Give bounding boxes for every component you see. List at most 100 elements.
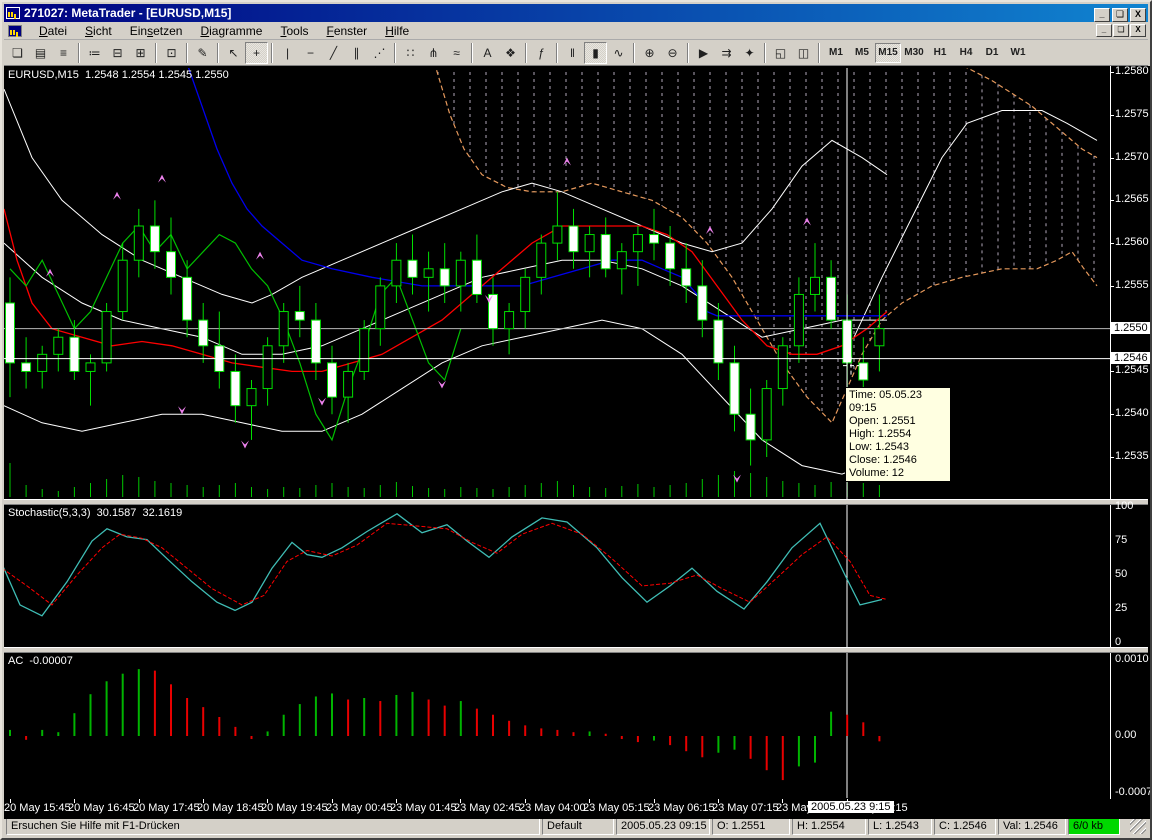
mdi-window-controls: _ ❏ X (1095, 24, 1146, 37)
menu-sicht[interactable]: Sicht (76, 22, 121, 40)
arrow-objects-button[interactable]: ❖ (499, 41, 522, 64)
timeframe-m1-button[interactable]: M1 (823, 42, 849, 63)
text-label-button[interactable]: A (476, 41, 499, 64)
stoch-tick-label: 75 (1115, 534, 1128, 546)
metatrader-window: 271027: MetaTrader - [EURUSD,M15] _ ❏ X Da… (0, 0, 1152, 840)
minimize-button[interactable]: _ (1094, 8, 1110, 22)
stoch-tick-label: 0 (1115, 636, 1122, 648)
price-tick-label: 1.2535 (1115, 450, 1149, 462)
time-tick-label: 20 May 19:45 (261, 802, 328, 814)
market-watch-button[interactable]: ≔ (83, 41, 106, 64)
data-window-tooltip: Time: 05.05.23 09:15 Open: 1.2551 High: 1.… (845, 387, 951, 482)
pane-splitter-1[interactable] (4, 499, 1148, 505)
price-tick (1110, 285, 1114, 287)
pane-splitter-2[interactable] (4, 647, 1148, 653)
indicators-button[interactable]: ƒ (530, 41, 553, 64)
new-chart-file-button[interactable]: ❏ (6, 41, 29, 64)
title-bar[interactable]: 271027: MetaTrader - [EURUSD,M15] _ ❏ X (4, 4, 1148, 22)
horizontal-line-button[interactable]: − (299, 41, 322, 64)
price-tick (1110, 200, 1114, 202)
fibo-fan-button[interactable]: ⋰ (368, 41, 391, 64)
candle-mode-button[interactable]: ▮ (584, 41, 607, 64)
timeframe-w1-button[interactable]: W1 (1005, 42, 1031, 63)
mdi-restore-button[interactable]: ❏ (1113, 24, 1129, 37)
menu-diagramme[interactable]: Diagramme (191, 22, 271, 40)
ac-tick-label: 0.00 (1115, 729, 1137, 741)
bar-chart-mode-button[interactable]: ‖ (561, 41, 584, 64)
chart-properties-button[interactable]: ⊡ (160, 41, 183, 64)
status-help-text: Ersuchen Sie Hilfe mit F1-Drücken (6, 817, 540, 835)
toolbar-separator (217, 42, 219, 63)
new-order-button[interactable]: ✎ (191, 41, 214, 64)
toolbar-separator (525, 42, 527, 63)
toolbar-separator (78, 42, 80, 63)
price-tick (1110, 157, 1114, 159)
vertical-line-button[interactable]: | (276, 41, 299, 64)
tooltip-line: Low: 1.2543 (849, 441, 909, 453)
stoch-tick-label: 50 (1115, 568, 1128, 580)
timeframe-d1-button[interactable]: D1 (979, 42, 1005, 63)
toolbar-separator (394, 42, 396, 63)
tooltip-line: Volume: 12 (849, 467, 905, 479)
chart-shift-button[interactable]: ⇉ (715, 41, 738, 64)
time-tick-label: 23 May 06:15 (648, 802, 715, 814)
data-window-button[interactable]: ⊟ (106, 41, 129, 64)
timeframe-m15-button[interactable]: M15 (875, 42, 901, 63)
price-tick (1110, 114, 1114, 116)
crosshair-price-badge: 1.2546 (1111, 351, 1150, 364)
auto-scroll-button[interactable]: ▶ (692, 41, 715, 64)
toolbar-separator (764, 42, 766, 63)
time-tick-label: 23 May 02:45 (454, 802, 521, 814)
new-window-button[interactable]: ◱ (769, 41, 792, 64)
navigator-button[interactable]: ⊞ (129, 41, 152, 64)
cursor-button[interactable]: ↖ (222, 41, 245, 64)
price-tick-label: 1.2545 (1115, 364, 1149, 377)
toolbar-separator (687, 42, 689, 63)
time-tick-label: 23 May 04:00 (519, 802, 586, 814)
toolbar-separator (271, 42, 273, 63)
tooltip-line: Time: 05.05.23 09:15 (849, 389, 922, 414)
channel-button[interactable]: ∥ (345, 41, 368, 64)
menu-einsetzen[interactable]: Einsetzen (121, 22, 192, 40)
zoom-out-button[interactable]: ⊖ (661, 41, 684, 64)
mdi-minimize-button[interactable]: _ (1096, 24, 1112, 37)
timeframe-m5-button[interactable]: M5 (849, 42, 875, 63)
status-open-price: O: 1.2551 (712, 817, 790, 835)
grid-button[interactable]: ∷ (399, 41, 422, 64)
trendline-button[interactable]: ╱ (322, 41, 345, 64)
ac-tick-label: -0.0007 (1115, 786, 1152, 798)
price-tick-label: 1.2570 (1115, 150, 1149, 163)
chart-window-icon (8, 24, 22, 37)
zoom-in-button[interactable]: ⊕ (638, 41, 661, 64)
time-tick-label: 20 May 15:45 (4, 802, 71, 814)
mdi-close-button[interactable]: X (1130, 24, 1146, 37)
resize-grip[interactable] (1130, 818, 1146, 834)
maximize-button[interactable]: ❏ (1112, 8, 1128, 22)
price-tick (1110, 414, 1114, 416)
ac-tick-label: 0.0010 (1115, 653, 1149, 665)
price-axis[interactable] (1110, 66, 1150, 819)
time-axis[interactable]: 20 May 15:45 20 May 16:45 20 May 17:45 20 M… (4, 799, 1150, 819)
toolbar: ❏ ▤ ≡ ≔ ⊟ ⊞ ⊡ ✎ ↖ + | − ╱ ∥ ⋰ ∷ ⋔ ≈ A ❖ ƒ ‖ ▮ ∿ ⊕ ⊖ ▶ ⇉ ✦ ◱ ◫ M1 M5 M15 M3… (4, 40, 1148, 66)
print-button[interactable]: ≡ (52, 41, 75, 64)
timeframe-h4-button[interactable]: H4 (953, 42, 979, 63)
save-button[interactable]: ▤ (29, 41, 52, 64)
crosshair-button[interactable]: + (245, 41, 268, 64)
menu-fenster[interactable]: Fenster (317, 22, 376, 40)
pitchfork-button[interactable]: ⋔ (422, 41, 445, 64)
tile-windows-button[interactable]: ◫ (792, 41, 815, 64)
timeframe-h1-button[interactable]: H1 (927, 42, 953, 63)
menu-tools[interactable]: Tools (271, 22, 317, 40)
close-button[interactable]: X (1130, 8, 1146, 22)
strategy-tester-button[interactable]: ✦ (738, 41, 761, 64)
menu-hilfe[interactable]: Hilfe (376, 22, 418, 40)
menu-bar: Datei Sicht Einsetzen Diagramme Tools Fenster… (4, 22, 1148, 40)
price-tick-label: 1.2540 (1115, 407, 1149, 420)
toolbar-separator (155, 42, 157, 63)
timeframe-m30-button[interactable]: M30 (901, 42, 927, 63)
fibonacci-button[interactable]: ≈ (445, 41, 468, 64)
line-chart-mode-button[interactable]: ∿ (607, 41, 630, 64)
price-tick-label: 1.2560 (1115, 236, 1149, 249)
menu-datei[interactable]: Datei (30, 22, 76, 40)
toolbar-separator (633, 42, 635, 63)
